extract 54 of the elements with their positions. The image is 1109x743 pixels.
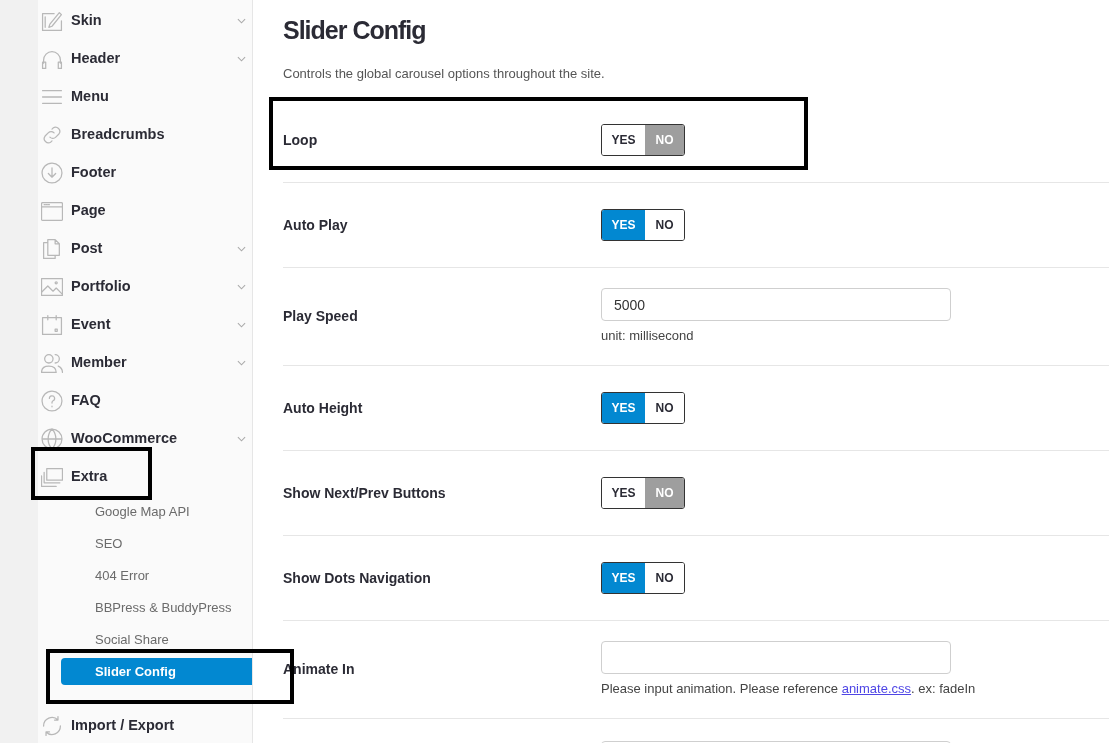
chevron-down-icon: [237, 56, 246, 62]
text-field[interactable]: 5000: [601, 288, 951, 321]
users-icon: [41, 352, 63, 374]
sidebar-item[interactable]: Extra: [38, 458, 252, 496]
submenu-item[interactable]: Social Share: [61, 626, 252, 653]
sidebar-item[interactable]: Header: [38, 40, 252, 78]
headphones-icon: [41, 48, 63, 70]
setting-label: Show Next/Prev Buttons: [283, 485, 446, 501]
sidebar-item[interactable]: Post: [38, 230, 252, 268]
submenu-item[interactable]: Google Map API: [61, 498, 252, 525]
sidebar-item[interactable]: FAQ: [38, 382, 252, 420]
browser-window-icon: [41, 200, 63, 222]
sidebar-item[interactable]: Import / Export: [38, 707, 252, 743]
submenu-item[interactable]: 404 Error: [61, 562, 252, 589]
chevron-down-icon: [237, 360, 246, 366]
help-text: Please input animation. Please reference animate.css. ex: fadeIn: [601, 680, 976, 697]
setting-label: Loop: [283, 132, 318, 148]
sidebar-item[interactable]: Page: [38, 192, 252, 230]
text-field[interactable]: [601, 641, 951, 674]
submenu-item[interactable]: SEO: [61, 530, 252, 557]
globe-icon: [41, 428, 63, 450]
toggle-option[interactable]: YES: [602, 210, 645, 240]
setting-label: Auto Height: [283, 400, 363, 416]
setting-label: Play Speed: [283, 308, 358, 324]
sidebar-item[interactable]: Portfolio: [38, 268, 252, 306]
page-title: Slider Config: [283, 15, 426, 46]
sidebar-item[interactable]: Footer: [38, 154, 252, 192]
toggle-option[interactable]: YES: [602, 393, 645, 423]
setting-label: Auto Play: [283, 217, 348, 233]
chevron-down-icon: [237, 436, 246, 442]
page-description: Controls the global carousel options throughout the site.: [283, 65, 605, 83]
chevron-down-icon: [237, 322, 246, 328]
refresh-icon: [41, 715, 63, 737]
toggle-option[interactable]: YES: [602, 563, 645, 593]
sidebar-item[interactable]: Event: [38, 306, 252, 344]
calendar-icon: [41, 314, 63, 336]
sidebar-item[interactable]: WooCommerce: [38, 420, 252, 458]
help-text: unit: millisecond: [601, 327, 695, 344]
stacked-windows-icon: [41, 466, 63, 488]
setting-label: Show Dots Navigation: [283, 570, 431, 586]
chevron-down-icon: [237, 284, 246, 290]
sidebar-item[interactable]: Member: [38, 344, 252, 382]
image-icon: [41, 276, 63, 298]
documents-icon: [41, 238, 63, 260]
sidebar-item[interactable]: Menu: [38, 78, 252, 116]
sidebar-item[interactable]: Breadcrumbs: [38, 116, 252, 154]
sidebar-item[interactable]: Skin: [38, 2, 252, 40]
chevron-down-icon: [237, 246, 246, 252]
down-arrow-circle-icon: [41, 162, 63, 184]
drawing-board-icon: [41, 10, 63, 32]
question-circle-icon: [41, 390, 63, 412]
submenu-item[interactable]: BBPress & BuddyPress: [61, 594, 252, 621]
link-icon: [41, 124, 63, 146]
chevron-down-icon: [237, 18, 246, 24]
